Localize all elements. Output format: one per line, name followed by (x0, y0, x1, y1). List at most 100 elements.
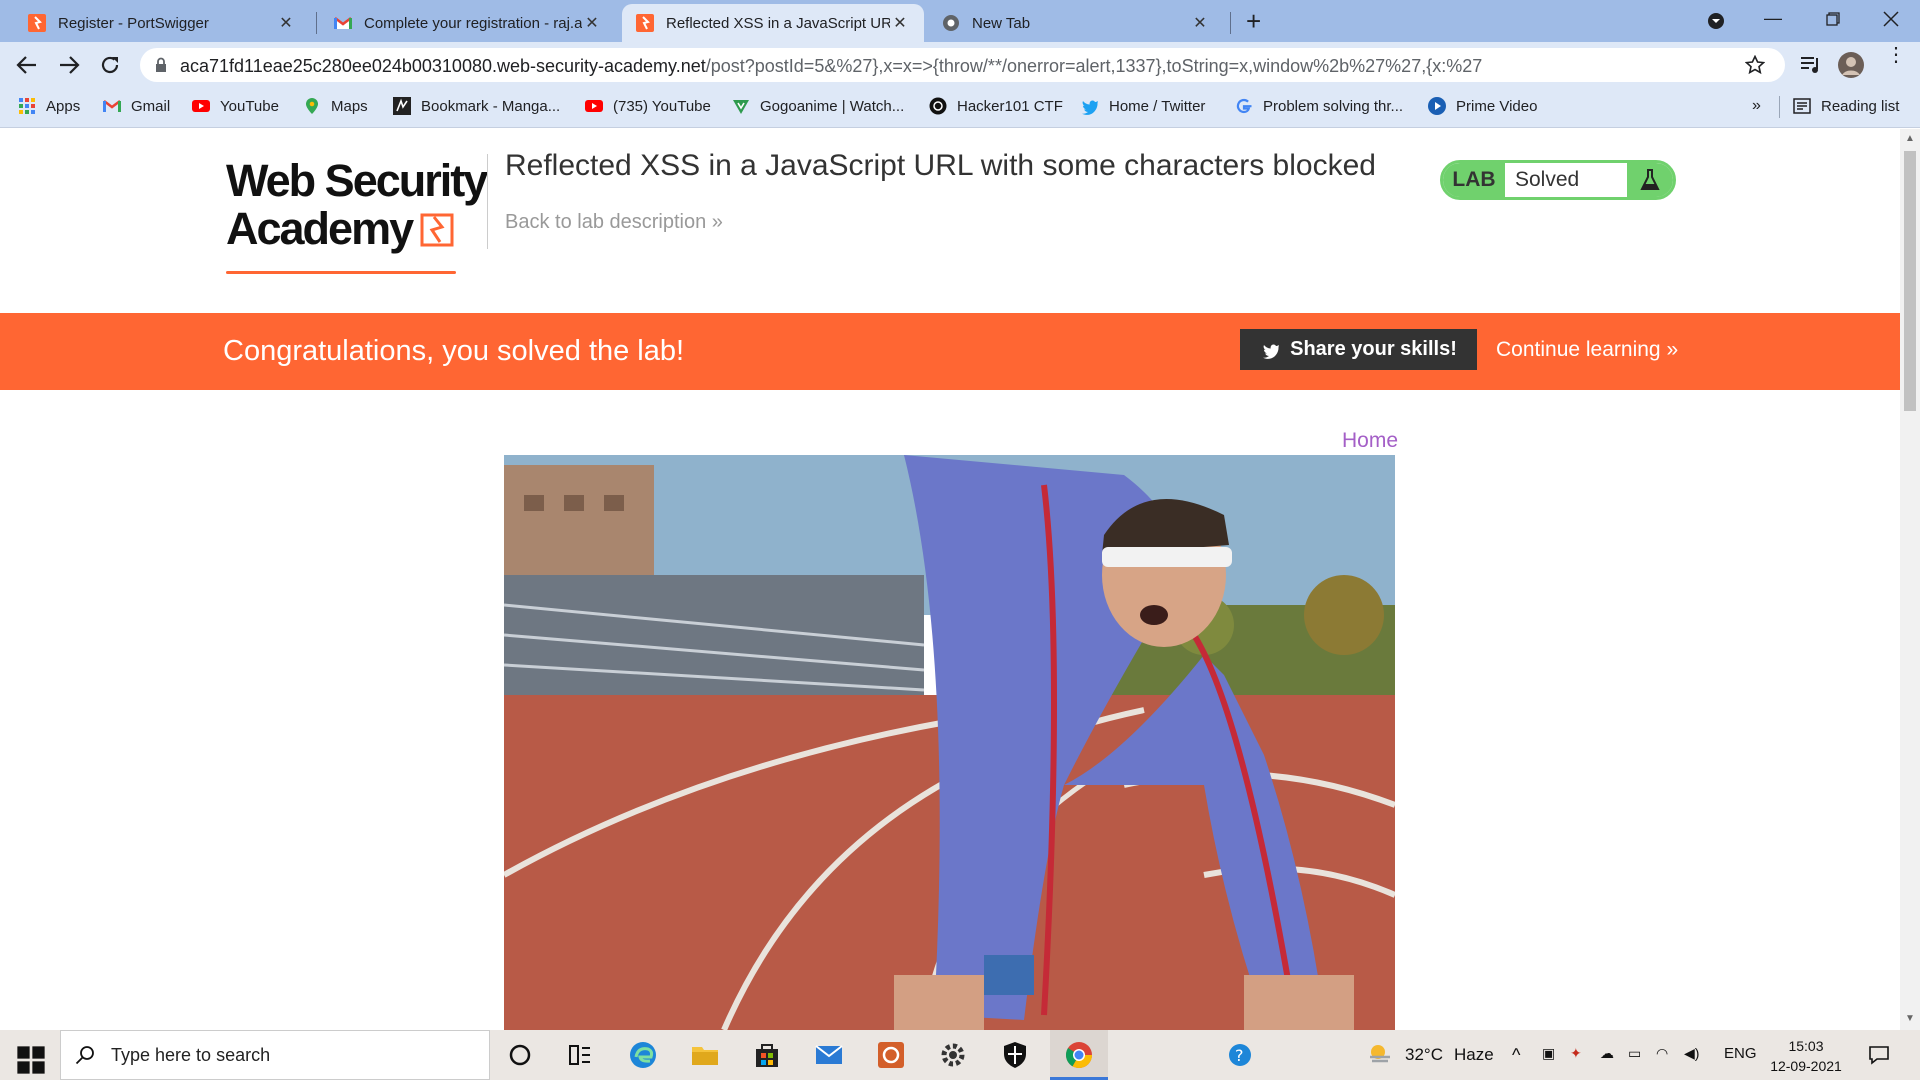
scrollbar-thumb[interactable] (1904, 151, 1916, 411)
apps-grid-icon (19, 98, 35, 114)
mail-icon[interactable] (814, 1040, 844, 1070)
address-bar[interactable]: aca71fd11eae25c280ee024b00310080.web-sec… (140, 48, 1785, 82)
security-shield-icon[interactable] (1000, 1040, 1030, 1070)
bookmark-label: Apps (46, 97, 81, 115)
clock[interactable]: 15:03 12-09-2021 (1766, 1036, 1846, 1076)
back-arrow-icon[interactable] (16, 55, 38, 75)
runner-on-track-image (504, 455, 1395, 1030)
more-bookmarks-button[interactable]: » (1752, 97, 1761, 115)
bookmark-label: Prime Video (1456, 97, 1538, 115)
congratulations-banner: Congratulations, you solved the lab! Sha… (0, 313, 1900, 390)
share-button-label: Share your skills! (1290, 338, 1457, 360)
reading-list-label: Reading list (1821, 97, 1900, 115)
dropbox-icon[interactable]: ✦ (1570, 1045, 1582, 1062)
search-placeholder: Type here to search (111, 1044, 271, 1065)
bookmark-label: Gmail (131, 97, 171, 115)
gmail-icon (103, 100, 121, 112)
tab-gmail-registration[interactable]: Complete your registration - raj.a ✕ (320, 4, 616, 42)
weather-haze-icon[interactable] (1366, 1042, 1394, 1066)
logo-line2: Academy (226, 203, 414, 254)
wifi-icon[interactable]: ◠ (1656, 1045, 1668, 1062)
lock-icon[interactable] (155, 57, 167, 73)
media-control-icon[interactable] (1800, 56, 1822, 74)
restore-icon[interactable] (1826, 12, 1840, 26)
chrome-icon (943, 15, 959, 31)
bookmark-gmail[interactable]: Gmail (103, 97, 170, 115)
file-explorer-icon[interactable] (690, 1040, 720, 1070)
reading-list-button[interactable]: Reading list (1793, 97, 1899, 115)
window-close-icon[interactable] (1883, 11, 1899, 27)
avatar[interactable] (1837, 51, 1865, 79)
battery-icon[interactable]: ▭ (1628, 1045, 1641, 1062)
settings-gear-icon[interactable] (938, 1040, 968, 1070)
windows-start-icon[interactable] (16, 1045, 46, 1075)
new-tab-button[interactable]: + (1246, 6, 1261, 37)
bookmark-youtube[interactable]: YouTube (192, 97, 279, 115)
bookmark-hacker101[interactable]: Hacker101 CTF (929, 97, 1063, 115)
home-link[interactable]: Home (1342, 429, 1398, 453)
close-icon[interactable]: ✕ (276, 13, 296, 33)
youtube-icon (585, 100, 603, 112)
office-app-icon[interactable] (876, 1040, 906, 1070)
bookmark-label: YouTube (220, 97, 279, 115)
gogoanime-icon (733, 100, 749, 114)
twitter-icon (1082, 100, 1098, 115)
lab-status-badge: LAB Solved (1440, 160, 1676, 200)
bookmark-apps[interactable]: Apps (18, 97, 80, 115)
web-security-academy-logo[interactable]: Web Security Academy (226, 157, 488, 274)
bookmark-maps[interactable]: Maps (303, 97, 368, 115)
close-icon[interactable]: ✕ (582, 13, 602, 33)
task-view-icon[interactable] (565, 1040, 595, 1070)
portswigger-icon (28, 14, 46, 32)
bookmark-gogoanime[interactable]: Gogoanime | Watch... (732, 97, 904, 115)
share-skills-button[interactable]: Share your skills! (1240, 329, 1477, 370)
banner-text: Congratulations, you solved the lab! (223, 335, 685, 367)
chevron-up-icon[interactable]: ^ (1512, 1045, 1520, 1066)
separator (1779, 96, 1780, 118)
chrome-taskbar-button[interactable] (1050, 1030, 1108, 1080)
back-to-lab-description-link[interactable]: Back to lab description » (505, 211, 723, 234)
maps-icon (306, 98, 318, 114)
meet-now-icon[interactable]: ▣ (1542, 1045, 1555, 1062)
help-icon[interactable]: ? (1225, 1040, 1255, 1070)
taskbar-search-box[interactable]: Type here to search (60, 1030, 490, 1080)
page-scrollbar[interactable]: ▲ ▼ (1900, 129, 1920, 1030)
bookmark-twitter[interactable]: Home / Twitter (1081, 97, 1205, 115)
search-icon (75, 1046, 94, 1065)
bookmark-label: Gogoanime | Watch... (760, 97, 905, 115)
bookmark-star-icon[interactable] (1745, 55, 1765, 75)
more-menu-icon[interactable]: ⋮ (1886, 45, 1906, 65)
volume-icon[interactable]: ◀) (1684, 1045, 1699, 1062)
bookmark-label: (735) YouTube (613, 97, 711, 115)
tab-reflected-xss[interactable]: Reflected XSS in a JavaScript URL ✕ (622, 4, 924, 42)
weather-description[interactable]: Haze (1454, 1045, 1494, 1065)
bookmark-youtube-735[interactable]: (735) YouTube (585, 97, 711, 115)
close-icon[interactable]: ✕ (890, 13, 910, 33)
lab-status-value: Solved (1515, 168, 1580, 191)
continue-learning-link[interactable]: Continue learning » (1496, 338, 1678, 362)
forward-arrow-icon[interactable] (58, 55, 80, 75)
tab-register-portswigger[interactable]: Register - PortSwigger ✕ (14, 4, 310, 42)
edge-icon[interactable] (628, 1040, 658, 1070)
lightning-bolt-icon (420, 213, 454, 247)
minimize-button[interactable]: — (1764, 8, 1782, 29)
bookmark-problem-solving[interactable]: Problem solving thr... (1235, 97, 1403, 115)
url-domain: aca71fd11eae25c280ee024b00310080.web-sec… (180, 56, 706, 76)
weather-temperature[interactable]: 32°C (1405, 1045, 1443, 1065)
bookmark-prime-video[interactable]: Prime Video (1428, 97, 1537, 115)
language-indicator[interactable]: ENG (1724, 1045, 1757, 1062)
microsoft-store-icon[interactable] (752, 1040, 782, 1070)
tab-search-icon[interactable] (1707, 12, 1725, 30)
bookmark-manga[interactable]: Bookmark - Manga... (393, 97, 560, 115)
blog-post-image (504, 455, 1395, 1030)
reading-list-icon (1793, 98, 1811, 114)
portswigger-icon (636, 14, 654, 32)
cortana-icon[interactable] (505, 1040, 535, 1070)
notifications-icon[interactable] (1868, 1044, 1890, 1066)
prime-video-icon (1428, 97, 1446, 115)
close-icon[interactable]: ✕ (1190, 13, 1210, 33)
flask-icon (1627, 163, 1673, 197)
reload-icon[interactable] (99, 54, 121, 76)
onedrive-icon[interactable]: ☁ (1600, 1045, 1614, 1062)
tab-new-tab[interactable]: New Tab ✕ (928, 4, 1224, 42)
